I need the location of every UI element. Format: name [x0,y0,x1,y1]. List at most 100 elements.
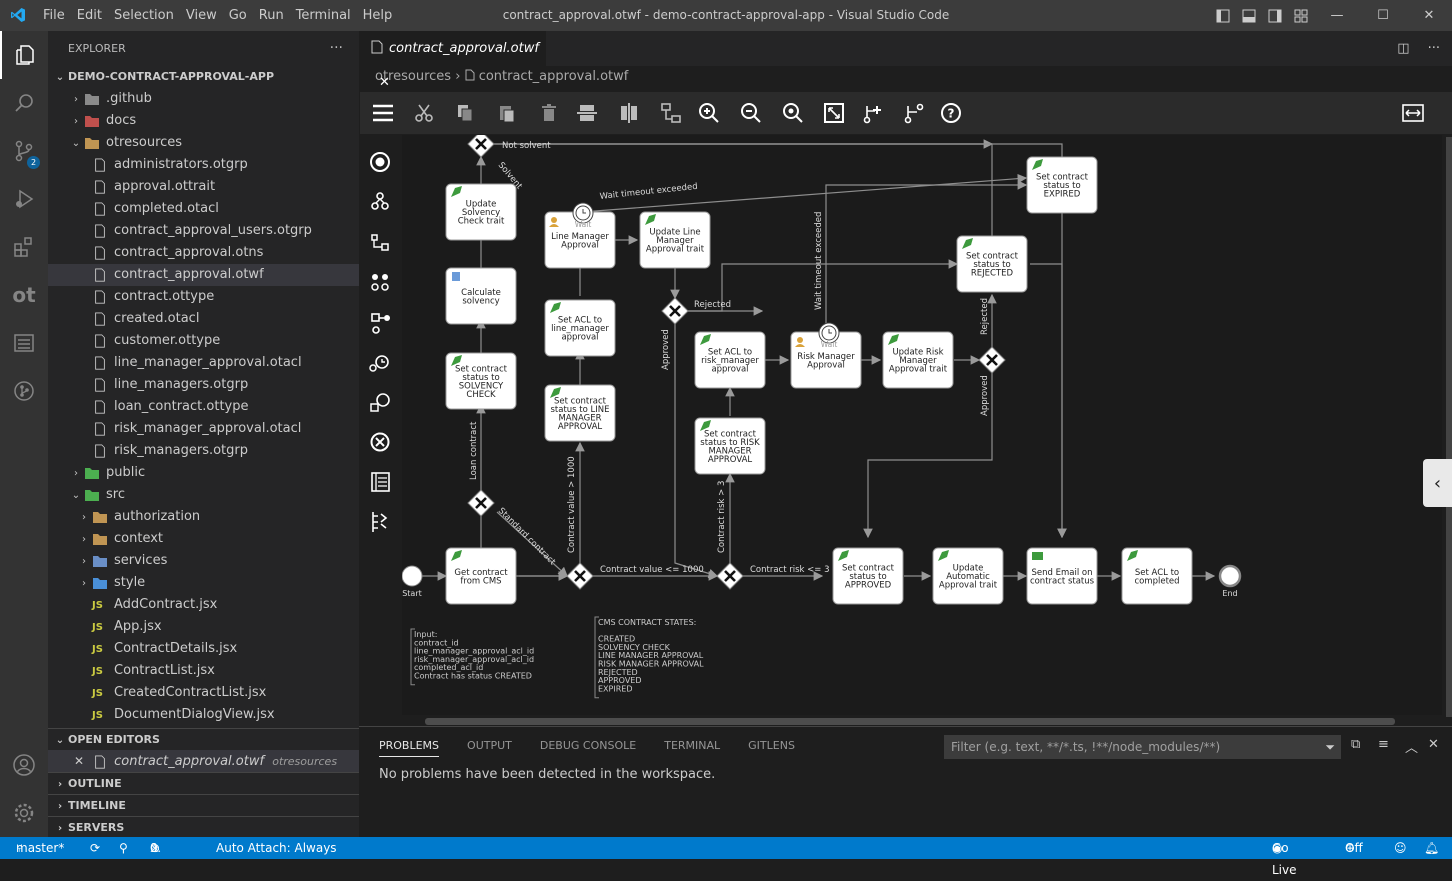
collapse-all-icon[interactable]: ⧉ [1351,737,1360,752]
align-horizontal-icon[interactable] [574,100,600,126]
maximize-panel-icon[interactable]: ︿ [1405,737,1418,756]
maximize-icon[interactable]: ☐ [1360,0,1406,31]
delete-icon[interactable] [536,100,562,126]
open-editor-item[interactable]: ✕ contract_approval.otwf otresources [48,750,359,772]
align-vertical-icon[interactable] [616,100,642,126]
menu-edit[interactable]: Edit [77,0,111,31]
git-graph-icon[interactable]: ⚲ [119,837,128,859]
servers-section[interactable]: › SERVERS [48,816,359,838]
tree-file[interactable]: JS DocumentDialogView.jsx [48,704,359,726]
copy-icon[interactable] [452,100,478,126]
event-tool-icon[interactable] [370,393,390,412]
tree-file[interactable]: loan_contract.ottype [48,396,359,418]
source-control-icon[interactable]: 2 [0,127,48,175]
toggle-secondary-sidebar-icon[interactable] [1262,0,1288,31]
workspace-root[interactable]: ⌄ DEMO-CONTRACT-APPROVAL-APP [48,66,359,88]
feedback-icon[interactable]: ☺ [1394,837,1407,859]
tree-folder[interactable]: ⌄ src [48,484,359,506]
menu-view[interactable]: View [186,0,226,31]
zoom-out-icon[interactable] [738,100,764,126]
tree-file[interactable]: administrators.otgrp [48,154,359,176]
exclusive-gateway[interactable] [661,297,689,325]
search-icon[interactable] [0,79,48,127]
workflow-task[interactable]: Set contract status to APPROVED [832,547,904,605]
close-window-icon[interactable]: ✕ [1406,0,1452,31]
tab-debug-console[interactable]: DEBUG CONSOLE [540,739,636,757]
tree-folder[interactable]: › services [48,550,359,572]
tab-problems[interactable]: PROBLEMS [379,739,440,757]
tree-file[interactable]: JS ContractList.jsx [48,660,359,682]
collapse-panel-button[interactable]: ‹ [1423,459,1452,507]
connector-tool-icon[interactable] [371,313,390,334]
menu-file[interactable]: File [43,0,74,31]
split-editor-icon[interactable]: ◫ [1397,41,1409,56]
exclusive-gateway[interactable] [566,562,594,590]
tree-file[interactable]: customer.ottype [48,330,359,352]
tree-file[interactable]: risk_manager_approval.otacl [48,418,359,440]
workflow-task[interactable]: Line Manager ApprovalWait [544,202,616,269]
workflow-task[interactable]: Update Risk Manager Approval trait [882,331,954,389]
menu-selection[interactable]: Selection [114,0,183,31]
sync-icon[interactable]: ⟳ [90,837,100,859]
menu-go[interactable]: Go [229,0,256,31]
workflow-task[interactable]: Set contract status to RISK MANAGER APPROVA… [694,417,766,475]
tree-folder[interactable]: › style [48,572,359,594]
notes-tool-icon[interactable] [371,472,390,492]
notifications-bell-icon[interactable]: 🔔︎ [1424,837,1439,859]
annotation-note[interactable]: Input:contract_idline_manager_approval_a… [410,628,534,686]
workflow-task[interactable]: Set contract status to LINE MANAGER APPROVA… [544,384,616,442]
workflow-task[interactable]: Get contract from CMS [445,547,517,605]
tree-folder[interactable]: › public [48,462,359,484]
gitlens-icon[interactable] [0,367,48,415]
run-debug-icon[interactable] [0,175,48,223]
more-actions-icon[interactable]: ··· [1428,41,1440,56]
problems-filter-input[interactable]: Filter (e.g. text, **/*.ts, !**/node_mod… [944,735,1341,759]
tree-folder[interactable]: › context [48,528,359,550]
tree-file[interactable]: contract_approval.otwf [48,264,359,286]
help-icon[interactable]: ? [938,100,964,126]
tab-terminal[interactable]: TERMINAL [664,739,720,757]
tree-file[interactable]: JS App.jsx [48,616,359,638]
tree-folder[interactable]: › .github [48,88,359,110]
exclusive-gateway[interactable] [467,489,495,517]
breadcrumb-file[interactable]: contract_approval.otwf [479,69,629,84]
toggle-panel-icon[interactable] [1236,0,1262,31]
workflow-task[interactable]: Calculate solvency [445,267,517,325]
vertical-scrollbar[interactable] [1446,137,1452,717]
end-event[interactable]: End [1218,564,1242,598]
workflow-task[interactable]: Set ACL to completed [1121,547,1193,605]
close-tab-icon[interactable]: ✕ [379,75,390,90]
auto-attach-status[interactable]: Auto Attach: Always [216,837,337,859]
workflow-task[interactable]: Risk Manager ApprovalWait [790,322,862,389]
gateway-tool-icon[interactable] [371,274,389,291]
toggle-sidebar-icon[interactable] [1210,0,1236,31]
menu-terminal[interactable]: Terminal [296,0,360,31]
start-event[interactable]: Start [401,565,423,598]
extensions-icon[interactable] [0,223,48,271]
more-actions-icon[interactable]: ··· [330,31,343,66]
workflow-task[interactable]: Send Email on contract status [1026,547,1098,605]
zoom-reset-icon[interactable] [780,100,806,126]
close-panel-icon[interactable]: ✕ [1428,737,1439,752]
customize-layout-icon[interactable] [1288,0,1314,31]
flow-tool-icon[interactable] [371,234,389,251]
minimize-icon[interactable]: — [1314,0,1360,31]
tree-file[interactable]: line_managers.otgrp [48,374,359,396]
menu-help[interactable]: Help [363,0,402,31]
end-event-tool-icon[interactable] [370,432,390,452]
close-editor-icon[interactable]: ✕ [74,750,88,772]
workflow-task[interactable]: Set ACL to risk_manager approval [694,331,766,389]
outline-section[interactable]: › OUTLINE [48,772,359,794]
timeline-section[interactable]: › TIMELINE [48,794,359,816]
tab-contract-approval[interactable]: contract_approval.otwf ✕ [359,31,546,90]
tree-file[interactable]: contract_approval_users.otgrp [48,220,359,242]
hamburger-menu-icon[interactable] [370,100,396,126]
tree-file[interactable]: contract_approval.otns [48,242,359,264]
expand-width-icon[interactable] [1400,100,1426,126]
tree-file[interactable]: completed.otacl [48,198,359,220]
tree-file[interactable]: JS ContractDetails.jsx [48,638,359,660]
tree-file[interactable]: JS CreatedContractList.jsx [48,682,359,704]
annotation-note[interactable]: CMS CONTRACT STATES:CREATEDSOLVENCY CHEC… [594,616,704,699]
filter-icon[interactable]: ⏷ [1325,735,1335,759]
tree-file[interactable]: JS AddContract.jsx [48,594,359,616]
